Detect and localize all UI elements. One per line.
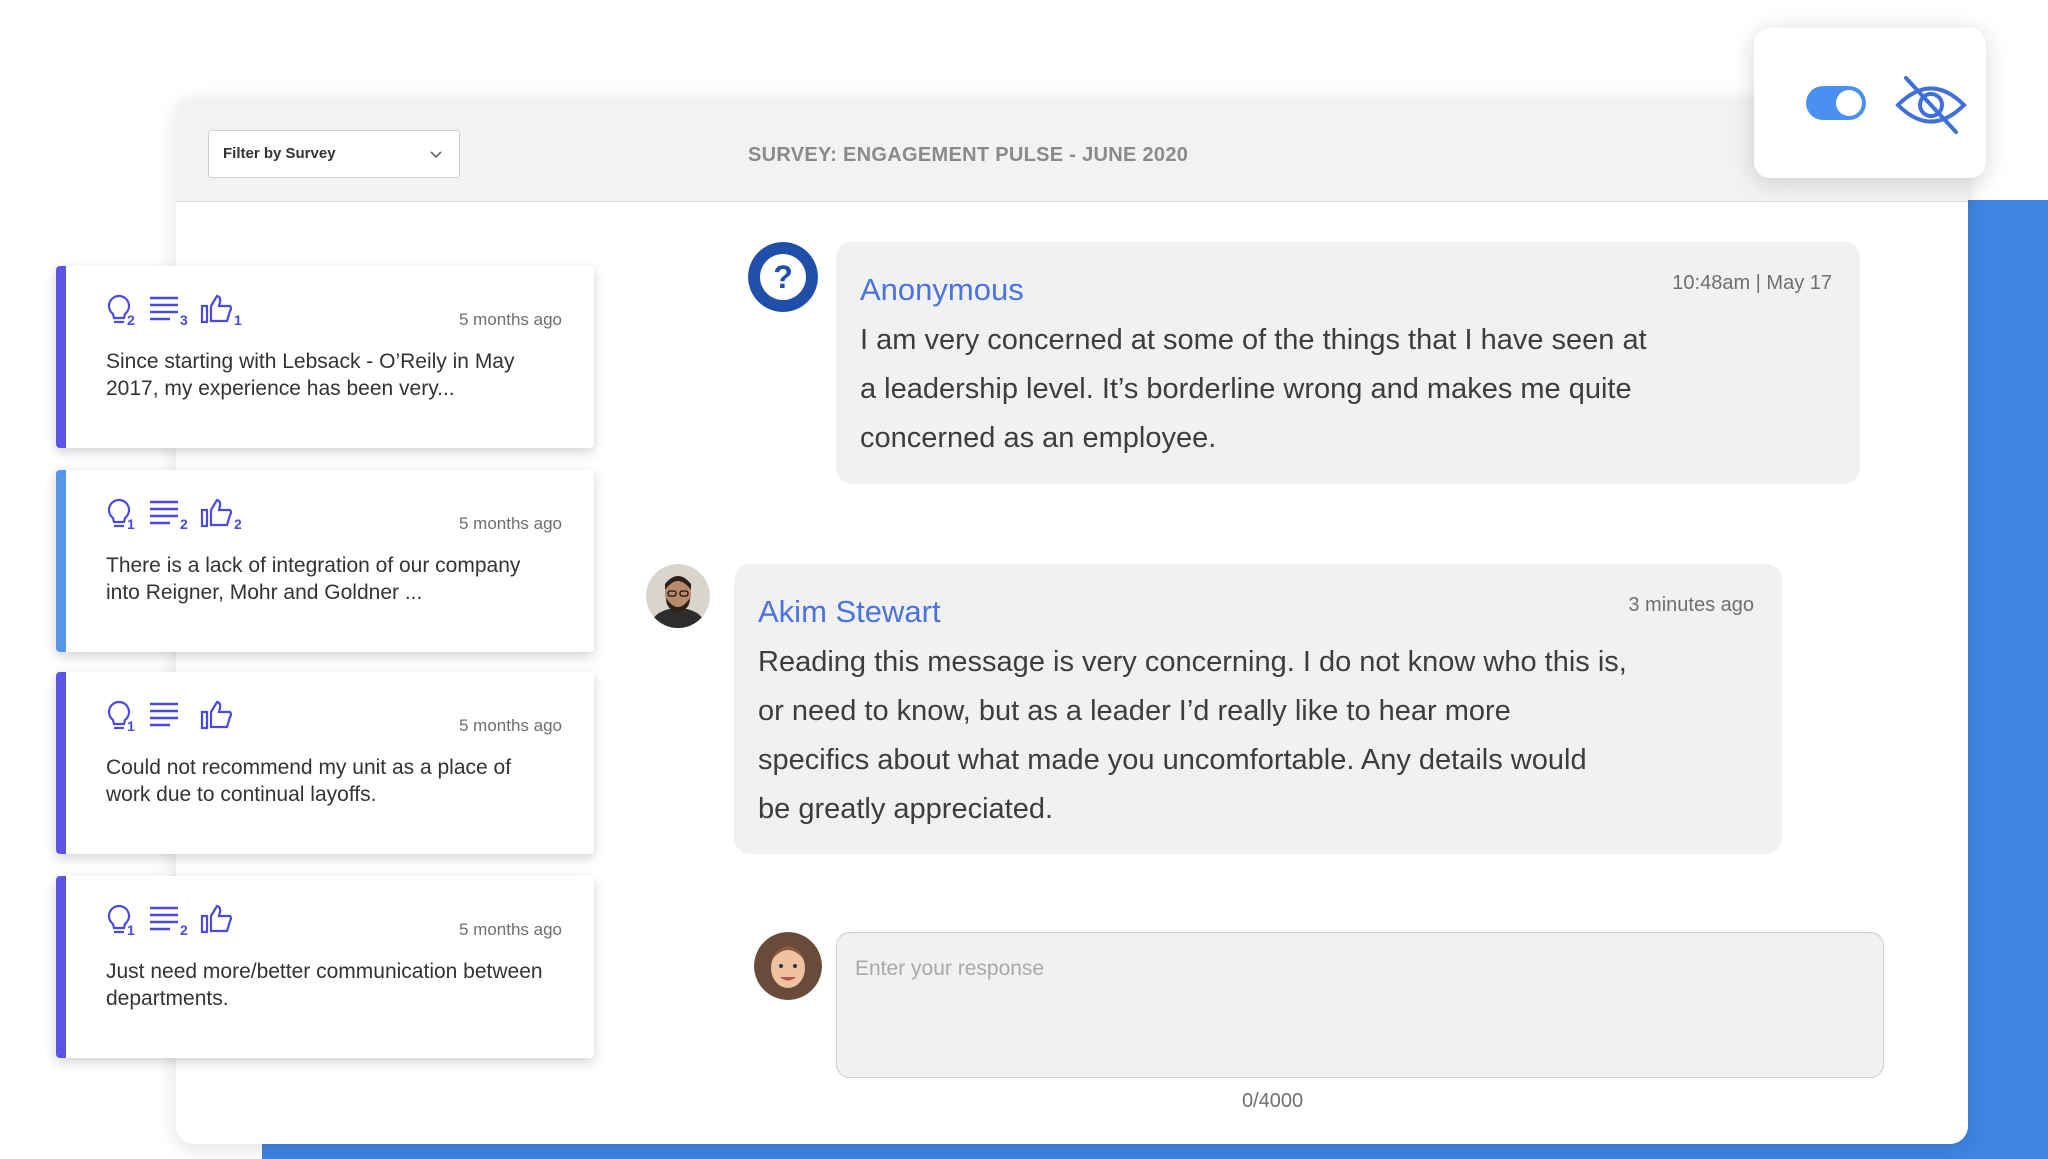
svg-text:?: ?	[773, 259, 793, 295]
ideas-metric: 1	[106, 700, 146, 740]
likes-count: 1	[234, 312, 242, 328]
current-user-avatar	[754, 932, 822, 1000]
reply-message-bubble: Akim Stewart 3 minutes ago Reading this …	[734, 564, 1782, 854]
lines-icon	[150, 702, 178, 727]
visibility-toggle-card	[1754, 28, 1986, 178]
message-line: be greatly appreciated.	[758, 793, 1054, 825]
chevron-down-icon	[430, 151, 442, 159]
notes-count: 3	[180, 312, 188, 328]
original-message-bubble: Anonymous 10:48am | May 17 I am very con…	[836, 242, 1860, 484]
ideas-metric: 1	[106, 498, 146, 538]
question-mark-icon: ?	[748, 242, 818, 312]
thumbs-up-icon	[200, 294, 233, 324]
notes-metric: 2	[148, 904, 192, 944]
message-line: concerned as an employee.	[860, 422, 1217, 454]
response-textarea[interactable]: Enter your response	[836, 932, 1884, 1078]
lines-icon	[150, 500, 178, 525]
response-placeholder: Enter your response	[855, 957, 1045, 980]
ideas-count: 2	[127, 312, 135, 328]
message-author[interactable]: Akim Stewart	[758, 594, 941, 630]
ideas-metric: 1	[106, 904, 146, 944]
notes-metric: 3	[148, 294, 192, 334]
panel-header: Filter by Survey SURVEY: ENGAGEMENT PULS…	[176, 98, 1968, 202]
comment-excerpt: There is a lack of integration of our co…	[106, 554, 521, 604]
message-line: or need to know, but as a leader I’d rea…	[758, 695, 1511, 727]
lines-icon	[150, 296, 178, 321]
likes-metric	[200, 904, 244, 944]
comment-card[interactable]: 1 2 5 months ago Just need more/better c…	[56, 876, 594, 1058]
comment-card[interactable]: 1 2 2 5 months ago There is a lack of in…	[56, 470, 594, 652]
message-line: specifics about what made you uncomforta…	[758, 744, 1587, 776]
ideas-metric: 2	[106, 294, 146, 334]
comment-time: 5 months ago	[458, 716, 562, 735]
notes-count: 2	[180, 922, 188, 938]
likes-metric	[200, 700, 244, 740]
comment-excerpt: Just need more/better communication betw…	[106, 960, 543, 1010]
message-author[interactable]: Anonymous	[860, 272, 1024, 308]
lines-icon	[150, 906, 178, 931]
comment-time: 5 months ago	[458, 920, 562, 939]
notes-metric: 2	[148, 498, 192, 538]
ideas-count: 1	[127, 516, 135, 532]
user-photo-icon	[754, 932, 822, 1000]
anonymous-avatar: ?	[748, 242, 818, 312]
thumbs-up-icon	[200, 904, 233, 934]
message-body: I am very concerned at some of the thing…	[860, 316, 1647, 463]
user-photo-icon	[646, 564, 710, 628]
likes-metric: 2	[200, 498, 244, 538]
message-line: a leadership level. It’s borderline wron…	[860, 373, 1632, 405]
toggle-knob	[1836, 90, 1862, 116]
visibility-toggle[interactable]	[1806, 86, 1866, 120]
likes-metric: 1	[200, 294, 244, 334]
eye-off-icon[interactable]	[1894, 74, 1968, 136]
message-body: Reading this message is very concerning.…	[758, 638, 1627, 834]
comment-excerpt: Since starting with Lebsack - O’Reily in…	[106, 350, 515, 400]
message-line: I am very concerned at some of the thing…	[860, 324, 1647, 356]
akim-stewart-avatar	[646, 564, 710, 628]
comment-time: 5 months ago	[458, 514, 562, 533]
ideas-count: 1	[127, 922, 135, 938]
filter-label: Filter by Survey	[223, 145, 336, 162]
comment-card[interactable]: 1 5 months ago Could not recommend my un…	[56, 672, 594, 854]
thumbs-up-icon	[200, 498, 233, 528]
thumbs-up-icon	[200, 700, 233, 730]
comment-time: 5 months ago	[458, 310, 562, 329]
message-timestamp: 3 minutes ago	[1628, 594, 1754, 616]
notes-metric	[148, 700, 192, 740]
character-counter: 0/4000	[1242, 1090, 1304, 1112]
notes-count: 2	[180, 516, 188, 532]
survey-title: SURVEY: ENGAGEMENT PULSE - JUNE 2020	[748, 144, 1189, 166]
message-line: Reading this message is very concerning.…	[758, 646, 1627, 678]
filter-by-survey-select[interactable]: Filter by Survey	[208, 130, 460, 178]
comment-card[interactable]: 2 3 1 5 months ago Since starting with L…	[56, 266, 594, 448]
comment-excerpt: Could not recommend my unit as a place o…	[106, 756, 512, 806]
message-timestamp: 10:48am | May 17	[1672, 272, 1832, 294]
likes-count: 2	[234, 516, 242, 532]
ideas-count: 1	[127, 718, 135, 734]
